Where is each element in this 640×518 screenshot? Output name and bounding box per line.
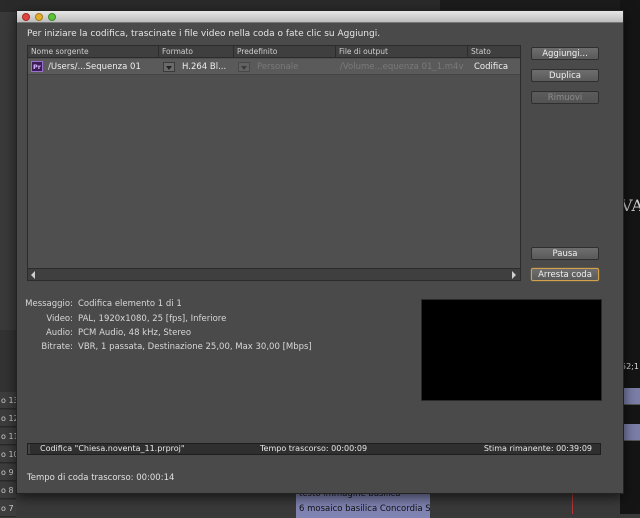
row-preset[interactable]: Personale (257, 59, 332, 75)
remove-button[interactable]: Rimuovi (531, 91, 599, 104)
instruction-text: Per iniziare la codifica, trascinate i f… (27, 29, 381, 39)
minimize-window-button[interactable] (35, 13, 43, 21)
row-output-file[interactable]: /Volume...equenza 01_1.m4v (340, 59, 466, 75)
scroll-right-icon[interactable] (512, 271, 516, 279)
message-label: Messaggio: (25, 299, 73, 309)
audio-label: Audio: (45, 328, 73, 338)
message-value: Codifica elemento 1 di 1 (78, 299, 182, 309)
queue-row[interactable]: Pr /Users/...Sequenza 01 H.264 Bl... Per… (28, 59, 520, 75)
background-track-label: o 12 (0, 410, 16, 427)
audio-value: PCM Audio, 48 kHz, Stereo (78, 328, 192, 338)
column-status[interactable]: Stato (467, 46, 520, 58)
queue-elapsed-time: Tempo di coda trascorso: 00:00:14 (27, 473, 175, 483)
format-dropdown[interactable] (163, 62, 175, 72)
preset-dropdown[interactable] (238, 62, 250, 72)
column-format[interactable]: Formato (158, 46, 233, 58)
background-track-label: o 13 (0, 392, 16, 409)
background-track-label: o 7 (0, 500, 16, 517)
column-output-file[interactable]: File di output (335, 46, 467, 58)
encode-queue-table: Nome sorgente Formato Predefinito File d… (27, 45, 521, 281)
close-window-button[interactable] (22, 13, 30, 21)
chevron-down-icon (166, 66, 172, 70)
row-source: /Users/...Sequenza 01 (48, 62, 141, 72)
add-button[interactable]: Aggiungi... (531, 47, 599, 60)
column-source[interactable]: Nome sorgente (28, 46, 158, 58)
encode-progress-bar: Codifica "Chiesa.noventa_11.prproj" Temp… (27, 443, 601, 455)
premiere-project-icon: Pr (31, 61, 43, 72)
background-track-label: o 9 (0, 464, 16, 481)
encoder-dialog: Per iniziare la codifica, trascinate i f… (16, 10, 624, 494)
video-label: Video: (46, 314, 73, 324)
column-preset[interactable]: Predefinito (233, 46, 335, 58)
horizontal-scrollbar[interactable] (28, 268, 520, 280)
stop-queue-button[interactable]: Arresta coda (531, 268, 599, 281)
pause-button[interactable]: Pausa (531, 247, 599, 260)
bitrate-label: Bitrate: (41, 342, 73, 352)
title-bar (17, 11, 623, 23)
background-clip: 6 mosaico basilica Concordia Sa (296, 500, 430, 518)
chevron-down-icon (241, 66, 247, 70)
row-format[interactable]: H.264 Bl... (182, 59, 230, 75)
video-value: PAL, 1920x1080, 25 [fps], Inferiore (78, 314, 227, 324)
duplicate-button[interactable]: Duplica (531, 69, 599, 82)
queue-header: Nome sorgente Formato Predefinito File d… (28, 46, 520, 58)
progress-fill (28, 444, 31, 454)
elapsed-time: Tempo trascorso: 00:00:09 (260, 444, 368, 453)
scroll-left-icon[interactable] (31, 271, 35, 279)
remaining-time: Stima rimanente: 00:39:09 (483, 444, 592, 453)
bitrate-value: VBR, 1 passata, Destinazione 25,00, Max … (78, 342, 312, 352)
progress-file-text: Codifica "Chiesa.noventa_11.prproj" (40, 444, 185, 453)
background-track-label: o 10 (0, 446, 16, 463)
background-track-label: o 11 (0, 428, 16, 445)
background-track-label: o 8 (0, 482, 16, 499)
video-preview (421, 299, 602, 401)
row-status: Codifica (474, 62, 509, 72)
zoom-window-button[interactable] (48, 13, 56, 21)
